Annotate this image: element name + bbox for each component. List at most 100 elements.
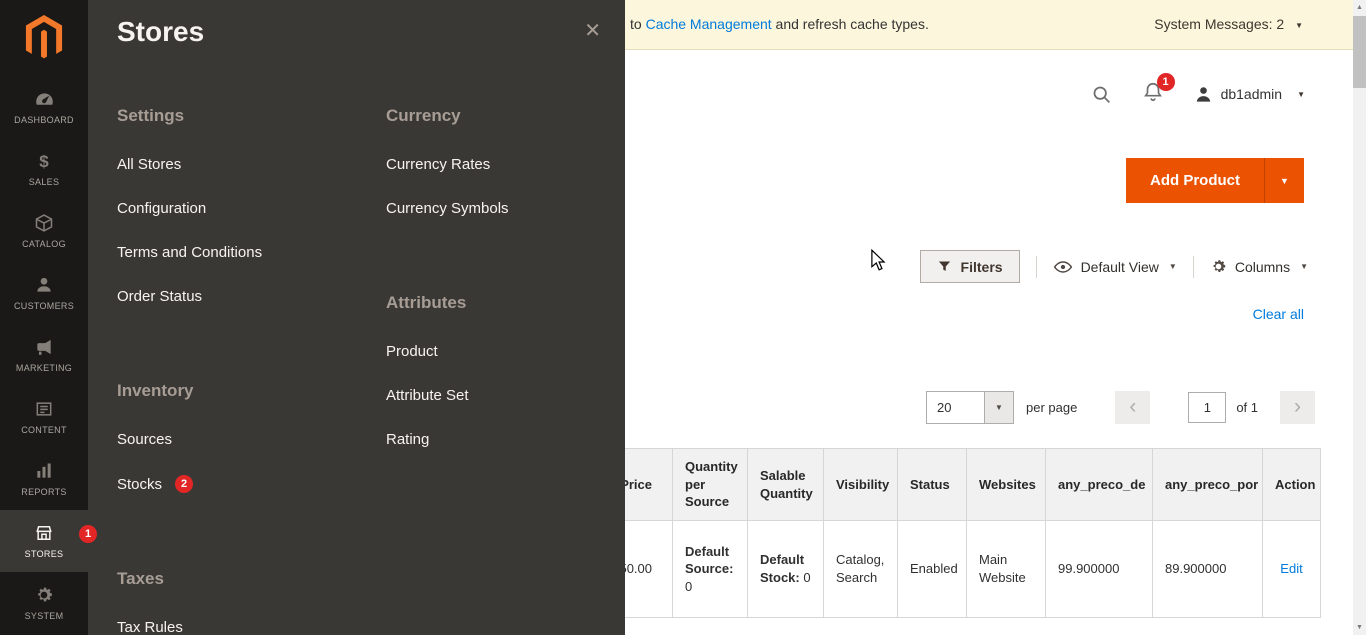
view-control[interactable]: Default View ▼ [1053, 257, 1177, 277]
menu-item-product[interactable]: Product [386, 343, 611, 360]
user-icon [1196, 86, 1210, 102]
column-header-salable-quantity[interactable]: Salable Quantity [747, 448, 824, 521]
add-product-split-button: Add Product ▼ [1126, 158, 1304, 203]
cache-message: to Cache Management and refresh cache ty… [630, 0, 929, 49]
stock-label: Default Stock: [760, 552, 805, 585]
chevron-down-icon: ▼ [1300, 262, 1308, 271]
cache-management-link[interactable]: Cache Management [646, 16, 772, 32]
column-header-any-preco-por[interactable]: any_preco_por [1152, 448, 1263, 521]
marketing-icon [34, 337, 54, 357]
message-suffix: and refresh cache types. [771, 16, 929, 32]
menu-item-rating[interactable]: Rating [386, 431, 611, 448]
section-heading-currency: Currency [386, 106, 461, 125]
menu-item-currency-rates[interactable]: Currency Rates [386, 156, 611, 173]
close-icon[interactable]: ✕ [584, 18, 601, 43]
filters-label: Filters [960, 258, 1003, 275]
edit-link[interactable]: Edit [1280, 561, 1302, 576]
column-header-any-preco-de[interactable]: any_preco_de [1045, 448, 1153, 521]
current-page-input[interactable] [1188, 392, 1227, 423]
menu-item-currency-symbols[interactable]: Currency Symbols [386, 200, 611, 217]
previous-page-button[interactable]: ‹ [1115, 391, 1151, 424]
sidebar-menu: DASHBOARD $ SALES CATALOG CUSTOMERS MARK… [0, 76, 97, 634]
scroll-up-icon[interactable]: ▲ [1353, 0, 1366, 15]
menu-item-terms-and-conditions[interactable]: Terms and Conditions [117, 244, 367, 261]
stocks-label: Stocks [117, 475, 163, 493]
sidebar-item-content[interactable]: CONTENT [0, 386, 88, 448]
columns-label: Columns [1234, 258, 1291, 275]
section-heading-settings: Settings [117, 106, 185, 125]
reports-icon [34, 461, 54, 481]
stores-badge: 1 [79, 525, 97, 543]
sidebar-item-stores[interactable]: STORES 1 [0, 510, 97, 572]
section-heading-attributes: Attributes [386, 293, 467, 312]
add-product-button[interactable]: Add Product [1126, 158, 1264, 203]
stores-icon [34, 523, 54, 543]
section-heading-taxes: Taxes [117, 569, 164, 588]
sidebar-item-sales[interactable]: $ SALES [0, 138, 88, 200]
cell-salable-quantity: Default Stock: 0 [747, 520, 824, 618]
chevron-right-icon: › [1294, 394, 1301, 418]
sidebar-item-label: STORES [24, 549, 64, 559]
menu-item-stocks[interactable]: Stocks 2 [117, 475, 367, 493]
username: db1admin [1220, 86, 1283, 102]
gear-icon [1213, 260, 1225, 272]
user-menu[interactable]: db1admin ▼ [1194, 85, 1305, 104]
page-size-value: 20 [936, 400, 952, 415]
column-header-action[interactable]: Action [1262, 448, 1321, 521]
chevron-down-icon: ▼ [1168, 262, 1177, 271]
vertical-scrollbar[interactable]: ▲ ▼ [1353, 0, 1366, 635]
sales-icon: $ [39, 151, 49, 171]
flyout-column-left: Settings All Stores Configuration Terms … [117, 106, 367, 635]
column-header-visibility[interactable]: Visibility [823, 448, 898, 521]
menu-item-order-status[interactable]: Order Status [117, 288, 367, 305]
pagination: 20 ▼ per page ‹ of 1 › [925, 391, 1315, 424]
scroll-down-icon[interactable]: ▼ [1353, 620, 1366, 635]
table-row: 650.00 Default Source: 0 Default Stock: … [540, 520, 1321, 618]
stock-value: 0 [803, 570, 811, 585]
column-header-websites[interactable]: Websites [966, 448, 1046, 521]
currency-list: Currency Rates Currency Symbols [386, 156, 611, 217]
sidebar-item-marketing[interactable]: MARKETING [0, 324, 88, 386]
menu-item-sources[interactable]: Sources [117, 431, 367, 448]
sidebar-item-system[interactable]: SYSTEM [0, 572, 88, 634]
next-page-button[interactable]: › [1280, 391, 1315, 424]
columns-control[interactable]: Columns ▼ [1210, 258, 1308, 275]
add-product-dropdown-toggle[interactable]: ▼ [1264, 158, 1304, 203]
notifications-bell[interactable]: 1 [1142, 72, 1175, 108]
source-label: Default Source: [685, 543, 734, 577]
message-prefix: to [630, 16, 646, 32]
menu-item-tax-rules[interactable]: Tax Rules [117, 619, 367, 635]
sidebar-item-label: REPORTS [21, 487, 67, 497]
filters-button[interactable]: Filters [919, 250, 1020, 283]
system-messages-toggle[interactable]: System Messages: 2 ▼ [1154, 0, 1303, 50]
page-size-select[interactable]: 20 ▼ [925, 391, 1014, 424]
menu-item-attribute-set[interactable]: Attribute Set [386, 387, 611, 404]
view-label: Default View [1080, 258, 1159, 275]
magento-logo[interactable] [0, 0, 88, 76]
cell-quantity-per-source: Default Source: 0 [672, 520, 748, 618]
search-icon[interactable] [1091, 84, 1112, 105]
clear-all-link[interactable]: Clear all [1253, 306, 1304, 322]
grid-header-row: Price Quantity per Source Salable Quanti… [540, 448, 1321, 521]
settings-list: All Stores Configuration Terms and Condi… [117, 156, 367, 305]
sidebar-item-label: SALES [28, 177, 60, 187]
magento-logo-icon [25, 15, 63, 59]
flyout-column-right: Currency Currency Rates Currency Symbols… [386, 106, 611, 524]
sidebar-item-dashboard[interactable]: DASHBOARD [0, 76, 88, 138]
column-header-quantity-per-source[interactable]: Quantity per Source [672, 448, 748, 521]
sidebar-item-label: DASHBOARD [14, 115, 74, 125]
sidebar-item-customers[interactable]: CUSTOMERS [0, 262, 88, 324]
stores-flyout: Stores ✕ Settings All Stores Configurati… [88, 0, 625, 635]
sidebar-item-catalog[interactable]: CATALOG [0, 200, 88, 262]
scrollbar-thumb[interactable] [1353, 16, 1366, 88]
eye-icon [1053, 260, 1072, 273]
products-grid: Price Quantity per Source Salable Quanti… [540, 448, 1321, 618]
inventory-list: Sources Stocks 2 [117, 431, 367, 493]
chevron-down-icon: ▼ [1280, 175, 1289, 186]
column-header-status[interactable]: Status [897, 448, 967, 521]
chevron-down-icon: ▼ [1295, 20, 1303, 30]
sidebar-item-reports[interactable]: REPORTS [0, 448, 88, 510]
page-size-dropdown-toggle[interactable]: ▼ [983, 392, 1013, 423]
menu-item-configuration[interactable]: Configuration [117, 200, 367, 217]
menu-item-all-stores[interactable]: All Stores [117, 156, 367, 173]
